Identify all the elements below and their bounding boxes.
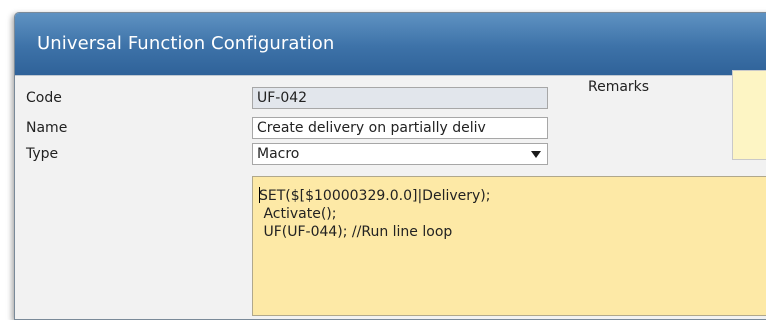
code-field: UF-042	[252, 87, 548, 109]
remarks-label: Remarks	[588, 79, 650, 95]
window-title: Universal Function Configuration	[37, 33, 335, 54]
name-field[interactable]: Create delivery on partially deliv	[252, 117, 548, 139]
macro-line: SET($[$10000329.0.0]|Delivery);	[259, 187, 766, 205]
type-label: Type	[26, 146, 59, 162]
type-dropdown[interactable]: Macro	[252, 143, 548, 165]
name-label: Name	[26, 120, 68, 136]
macro-line-text: SET($[$10000329.0.0]|Delivery);	[259, 188, 491, 204]
title-bar[interactable]: Universal Function Configuration	[15, 13, 766, 75]
remarks-field[interactable]	[732, 70, 766, 160]
code-label: Code	[26, 90, 62, 106]
macro-line: Activate();	[259, 206, 337, 222]
chevron-down-icon[interactable]	[531, 151, 541, 158]
macro-editor[interactable]: SET($[$10000329.0.0]|Delivery); Activate…	[252, 176, 766, 316]
type-dropdown-value: Macro	[257, 146, 300, 162]
macro-line: UF(UF-044); //Run line loop	[259, 224, 453, 240]
